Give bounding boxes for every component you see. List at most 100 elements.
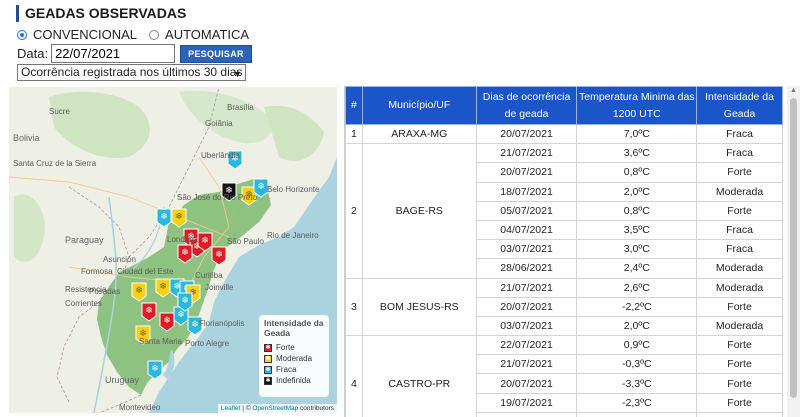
cell-temperatura: 2,6ºC <box>576 277 698 298</box>
place-label: Formosa <box>81 267 113 276</box>
legend-title: Intensidade da Geada <box>264 318 324 338</box>
cell-num: 1 <box>345 123 363 145</box>
date-row: Data: PESQUISAR <box>17 44 252 63</box>
cell-intensidade: Moderada <box>696 315 783 337</box>
cell-dia: 20/07/2021 <box>475 373 578 394</box>
cell-temperatura: 2,4ºC <box>576 258 698 279</box>
snowflake-icon: ❄ <box>151 364 159 374</box>
cell-dia: 19/07/2021 <box>475 392 578 413</box>
place-label: Rio de Janeiro <box>267 231 319 240</box>
cell-municipio: CASTRO-PR <box>361 335 477 417</box>
snowflake-icon: ❄ <box>257 182 265 192</box>
table-row: 2 BAGE-RS 21/07/2021 3,6ºC Fraca <box>345 143 783 279</box>
snowflake-icon: ❄ <box>177 310 185 320</box>
snowflake-icon: ✱ <box>264 365 272 374</box>
place-label: Uruguay <box>105 375 140 385</box>
legend-label: Indefinida <box>276 376 311 385</box>
search-button[interactable]: PESQUISAR <box>180 44 252 63</box>
cell-num: 3 <box>345 277 363 337</box>
attribution-text: contributors <box>298 405 334 412</box>
cell-dia: 28/06/2021 <box>475 258 578 279</box>
map-legend: Intensidade da Geada ✱ Forte ✱ Moderada ✱ F… <box>259 315 329 397</box>
osm-link[interactable]: OpenStreetMap <box>252 405 298 412</box>
snowflake-icon: ✱ <box>264 376 272 385</box>
radio-convencional[interactable] <box>17 29 27 40</box>
legend-label: Fraca <box>276 365 297 374</box>
legend-item-forte: ✱ Forte <box>264 342 324 353</box>
snowflake-icon: ✱ <box>264 343 272 352</box>
snowflake-icon: ❄ <box>160 212 168 222</box>
cell-temperatura: -2,2ºC <box>576 296 698 317</box>
frost-table-container[interactable]: # Município/UF Dias de ocorrência de gea… <box>344 86 785 417</box>
cell-intensidade: Fraca <box>696 123 783 145</box>
col-header-num: # <box>345 86 363 125</box>
cell-temperatura: -2,3ºC <box>576 392 698 413</box>
cell-municipio: ARAXA-MG <box>361 123 477 145</box>
legend-item-moderada: ✱ Moderada <box>264 353 324 364</box>
cell-dia: 05/07/2021 <box>475 200 578 221</box>
cell-dia: 03/07/2021 <box>475 239 578 260</box>
place-label: Londrina <box>167 235 199 244</box>
cell-temperatura: -3,3ºC <box>576 373 698 394</box>
cell-intensidade: Forte <box>696 296 783 317</box>
radio-automatica[interactable] <box>149 29 160 40</box>
snowflake-icon: ❄ <box>145 306 153 316</box>
cell-dia: 04/07/2021 <box>475 219 578 241</box>
radio-convencional-label[interactable]: CONVENCIONAL <box>33 27 137 42</box>
scroll-up-icon[interactable]: ▲ <box>790 87 797 94</box>
place-label: Curitiba <box>195 271 223 280</box>
cell-temperatura: 0,9ºC <box>576 335 698 356</box>
cell-intensidade: Forte <box>696 335 783 356</box>
snowflake-icon: ❄ <box>163 316 171 326</box>
place-label: Joinville <box>205 283 234 292</box>
place-label: Santa Cruz de la Sierra <box>13 159 97 168</box>
snowflake-icon: ❄ <box>191 320 199 330</box>
cell-intensidade: Forte <box>696 392 783 413</box>
place-label: Posadas <box>89 287 121 296</box>
cell-municipio: BOM JESUS-RS <box>361 277 477 337</box>
date-input[interactable] <box>51 44 176 63</box>
scrollbar-thumb[interactable] <box>790 98 797 398</box>
period-select[interactable]: Ocorrência registrada nos últimos 30 dia… <box>17 64 246 81</box>
cell-intensidade: Forte <box>696 354 783 375</box>
place-label: São Paulo <box>227 237 264 246</box>
frost-table: # Município/UF Dias de ocorrência de gea… <box>345 86 783 417</box>
cell-temperatura: 1,5ºC <box>576 411 698 417</box>
cell-temperatura: 0,8ºC <box>576 200 698 221</box>
frost-map[interactable]: ❄❄❄❄❄❄❄❄❄❄❄❄❄❄❄❄❄❄❄❄❄❄❄ Bolivia Santa Cr… <box>9 87 337 413</box>
place-label: Asunción <box>103 255 136 264</box>
cell-intensidade: Fraca <box>696 219 783 241</box>
snowflake-icon: ❄ <box>215 250 223 260</box>
cell-intensidade: Moderada <box>696 277 783 298</box>
place-label: Brasília <box>227 103 254 112</box>
place-label: Paraguay <box>65 235 104 245</box>
cell-intensidade: Moderada <box>696 181 783 202</box>
snowflake-icon: ❄ <box>201 236 209 246</box>
cell-temperatura: 3,6ºC <box>576 143 698 164</box>
cell-dia: 03/07/2021 <box>475 315 578 337</box>
cell-temperatura: 0,8ºC <box>576 162 698 183</box>
place-label: Uberlândia <box>201 151 240 160</box>
table-body: 1 ARAXA-MG 20/07/2021 7,0ºC Fraca 2 BAGE-RS 21/… <box>345 123 783 417</box>
cell-dia: 21/07/2021 <box>475 277 578 298</box>
place-label: Corrientes <box>65 299 102 308</box>
place-label: Florianópolis <box>199 319 245 328</box>
leaflet-link[interactable]: Leaflet <box>221 405 241 412</box>
place-label: Montevideo <box>119 403 161 412</box>
cell-num: 4 <box>345 335 363 417</box>
snowflake-icon: ✱ <box>264 354 272 363</box>
cell-dia: 20/07/2021 <box>475 162 578 183</box>
cell-temperatura: 2,0ºC <box>576 315 698 337</box>
cell-intensidade: Fraca <box>696 143 783 164</box>
place-label: Santa Maria <box>139 337 183 346</box>
place-label: Bolivia <box>13 133 40 143</box>
col-header-municipio: Município/UF <box>361 86 477 125</box>
radio-automatica-label[interactable]: AUTOMATICA <box>165 27 249 42</box>
cell-num: 2 <box>345 143 363 279</box>
cell-intensidade: Fraca <box>696 239 783 260</box>
table-scrollbar[interactable]: ▲ <box>787 86 800 417</box>
col-header-temperatura: Temperatura Minima das 1200 UTC <box>576 86 698 125</box>
place-label: São José do Rio Preto <box>177 193 258 202</box>
snowflake-icon: ❄ <box>181 296 189 306</box>
cell-intensidade: Moderada <box>696 258 783 279</box>
